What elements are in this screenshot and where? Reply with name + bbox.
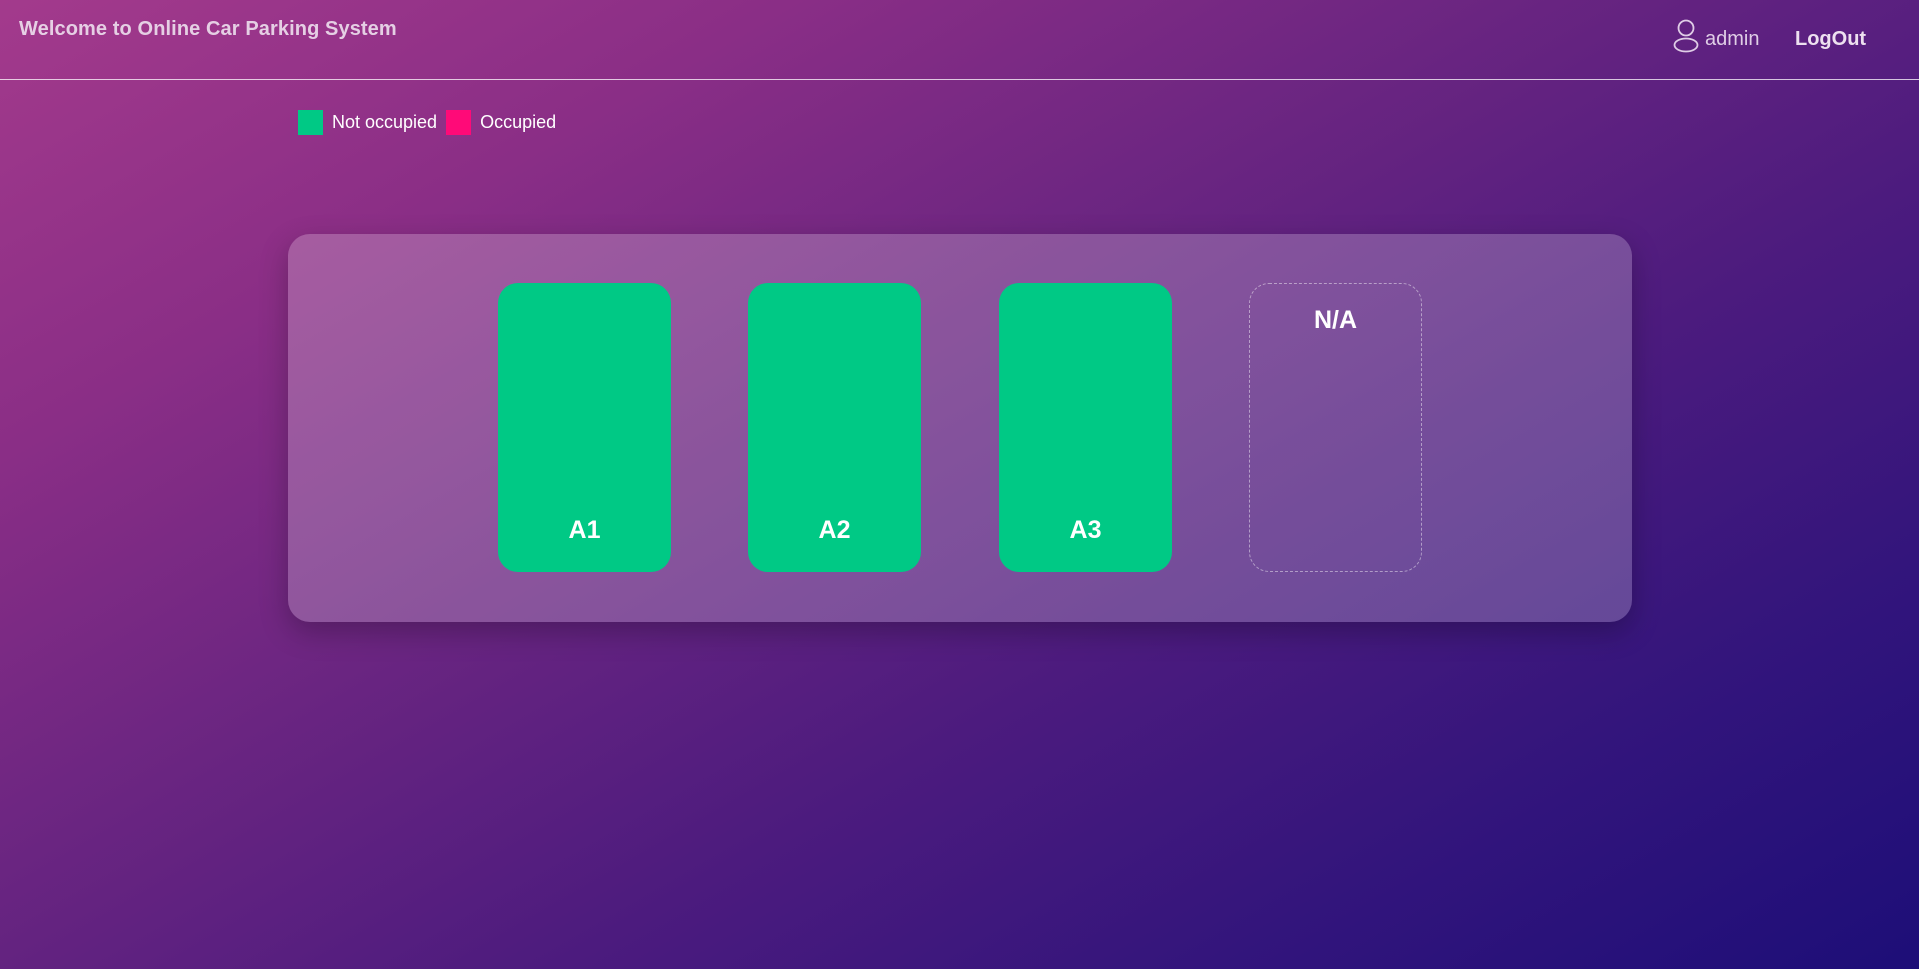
parking-lot-panel: A1 A2 A3 N/A xyxy=(288,234,1632,622)
top-navbar: Welcome to Online Car Parking System adm… xyxy=(0,0,1919,80)
slot-label: N/A xyxy=(1313,306,1358,334)
legend-item-occupied: Occupied xyxy=(446,110,556,135)
parking-slot-a1[interactable]: A1 xyxy=(498,283,671,572)
slot-label: A3 xyxy=(1069,516,1102,544)
legend-swatch-not-occupied xyxy=(298,110,323,135)
legend-swatch-occupied xyxy=(446,110,472,135)
parking-slot-a3[interactable]: A3 xyxy=(999,283,1172,572)
parking-slot-unavailable: N/A xyxy=(1249,283,1422,572)
site-title: Welcome to Online Car Parking System xyxy=(19,18,397,40)
slot-label: A1 xyxy=(568,516,601,544)
legend-label-not-occupied: Not occupied xyxy=(332,112,438,132)
user-menu[interactable]: admin xyxy=(1673,19,1760,59)
legend: Not occupied Occupied xyxy=(298,110,565,135)
user-icon xyxy=(1673,19,1705,59)
legend-label-occupied: Occupied xyxy=(480,112,557,132)
parking-slot-a2[interactable]: A2 xyxy=(748,283,921,572)
logout-link[interactable]: LogOut xyxy=(1795,28,1866,51)
username-label: admin xyxy=(1705,27,1760,50)
legend-item-not-occupied: Not occupied xyxy=(298,110,437,135)
slot-label: A2 xyxy=(818,516,851,544)
